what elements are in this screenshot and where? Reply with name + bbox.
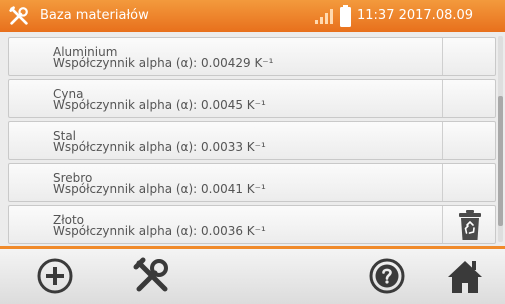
screen-title: Baza materiałów — [40, 8, 149, 23]
row-divider — [442, 164, 443, 201]
row-divider — [442, 80, 443, 117]
material-coefficient: Współczynnik alpha (α): 0.0033 K⁻¹ — [53, 140, 266, 154]
material-coefficient: Współczynnik alpha (α): 0.00429 K⁻¹ — [53, 56, 274, 70]
tools-icon[interactable] — [131, 255, 173, 297]
material-coefficient: Współczynnik alpha (α): 0.0041 K⁻¹ — [53, 182, 266, 196]
signal-bars-icon — [315, 9, 333, 24]
material-row[interactable]: Cyna Współczynnik alpha (α): 0.0045 K⁻¹ — [8, 79, 496, 118]
bottom-toolbar — [0, 249, 505, 304]
scrollbar-thumb[interactable] — [498, 96, 503, 226]
clock: 11:37 2017.08.09 — [357, 8, 474, 23]
material-row[interactable]: Aluminium Współczynnik alpha (α): 0.0042… — [8, 37, 496, 76]
material-row[interactable]: Złoto Współczynnik alpha (α): 0.0036 K⁻¹ — [8, 205, 496, 244]
home-icon[interactable] — [444, 255, 486, 297]
plus-circle-icon[interactable] — [34, 255, 76, 297]
materials-list: Aluminium Współczynnik alpha (α): 0.0042… — [0, 32, 505, 246]
help-icon[interactable] — [366, 255, 408, 297]
scrollbar[interactable] — [498, 36, 503, 242]
material-row[interactable]: Srebro Współczynnik alpha (α): 0.0041 K⁻… — [8, 163, 496, 202]
tools-icon — [9, 6, 28, 25]
row-divider — [442, 206, 443, 243]
status-bar: Baza materiałów 11:37 2017.08.09 — [0, 0, 505, 32]
material-coefficient: Współczynnik alpha (α): 0.0045 K⁻¹ — [53, 98, 266, 112]
material-row[interactable]: Stal Współczynnik alpha (α): 0.0033 K⁻¹ — [8, 121, 496, 160]
battery-icon — [340, 5, 351, 27]
row-divider — [442, 38, 443, 75]
row-divider — [442, 122, 443, 159]
material-coefficient: Współczynnik alpha (α): 0.0036 K⁻¹ — [53, 224, 266, 238]
recycle-bin-icon[interactable] — [457, 209, 483, 241]
